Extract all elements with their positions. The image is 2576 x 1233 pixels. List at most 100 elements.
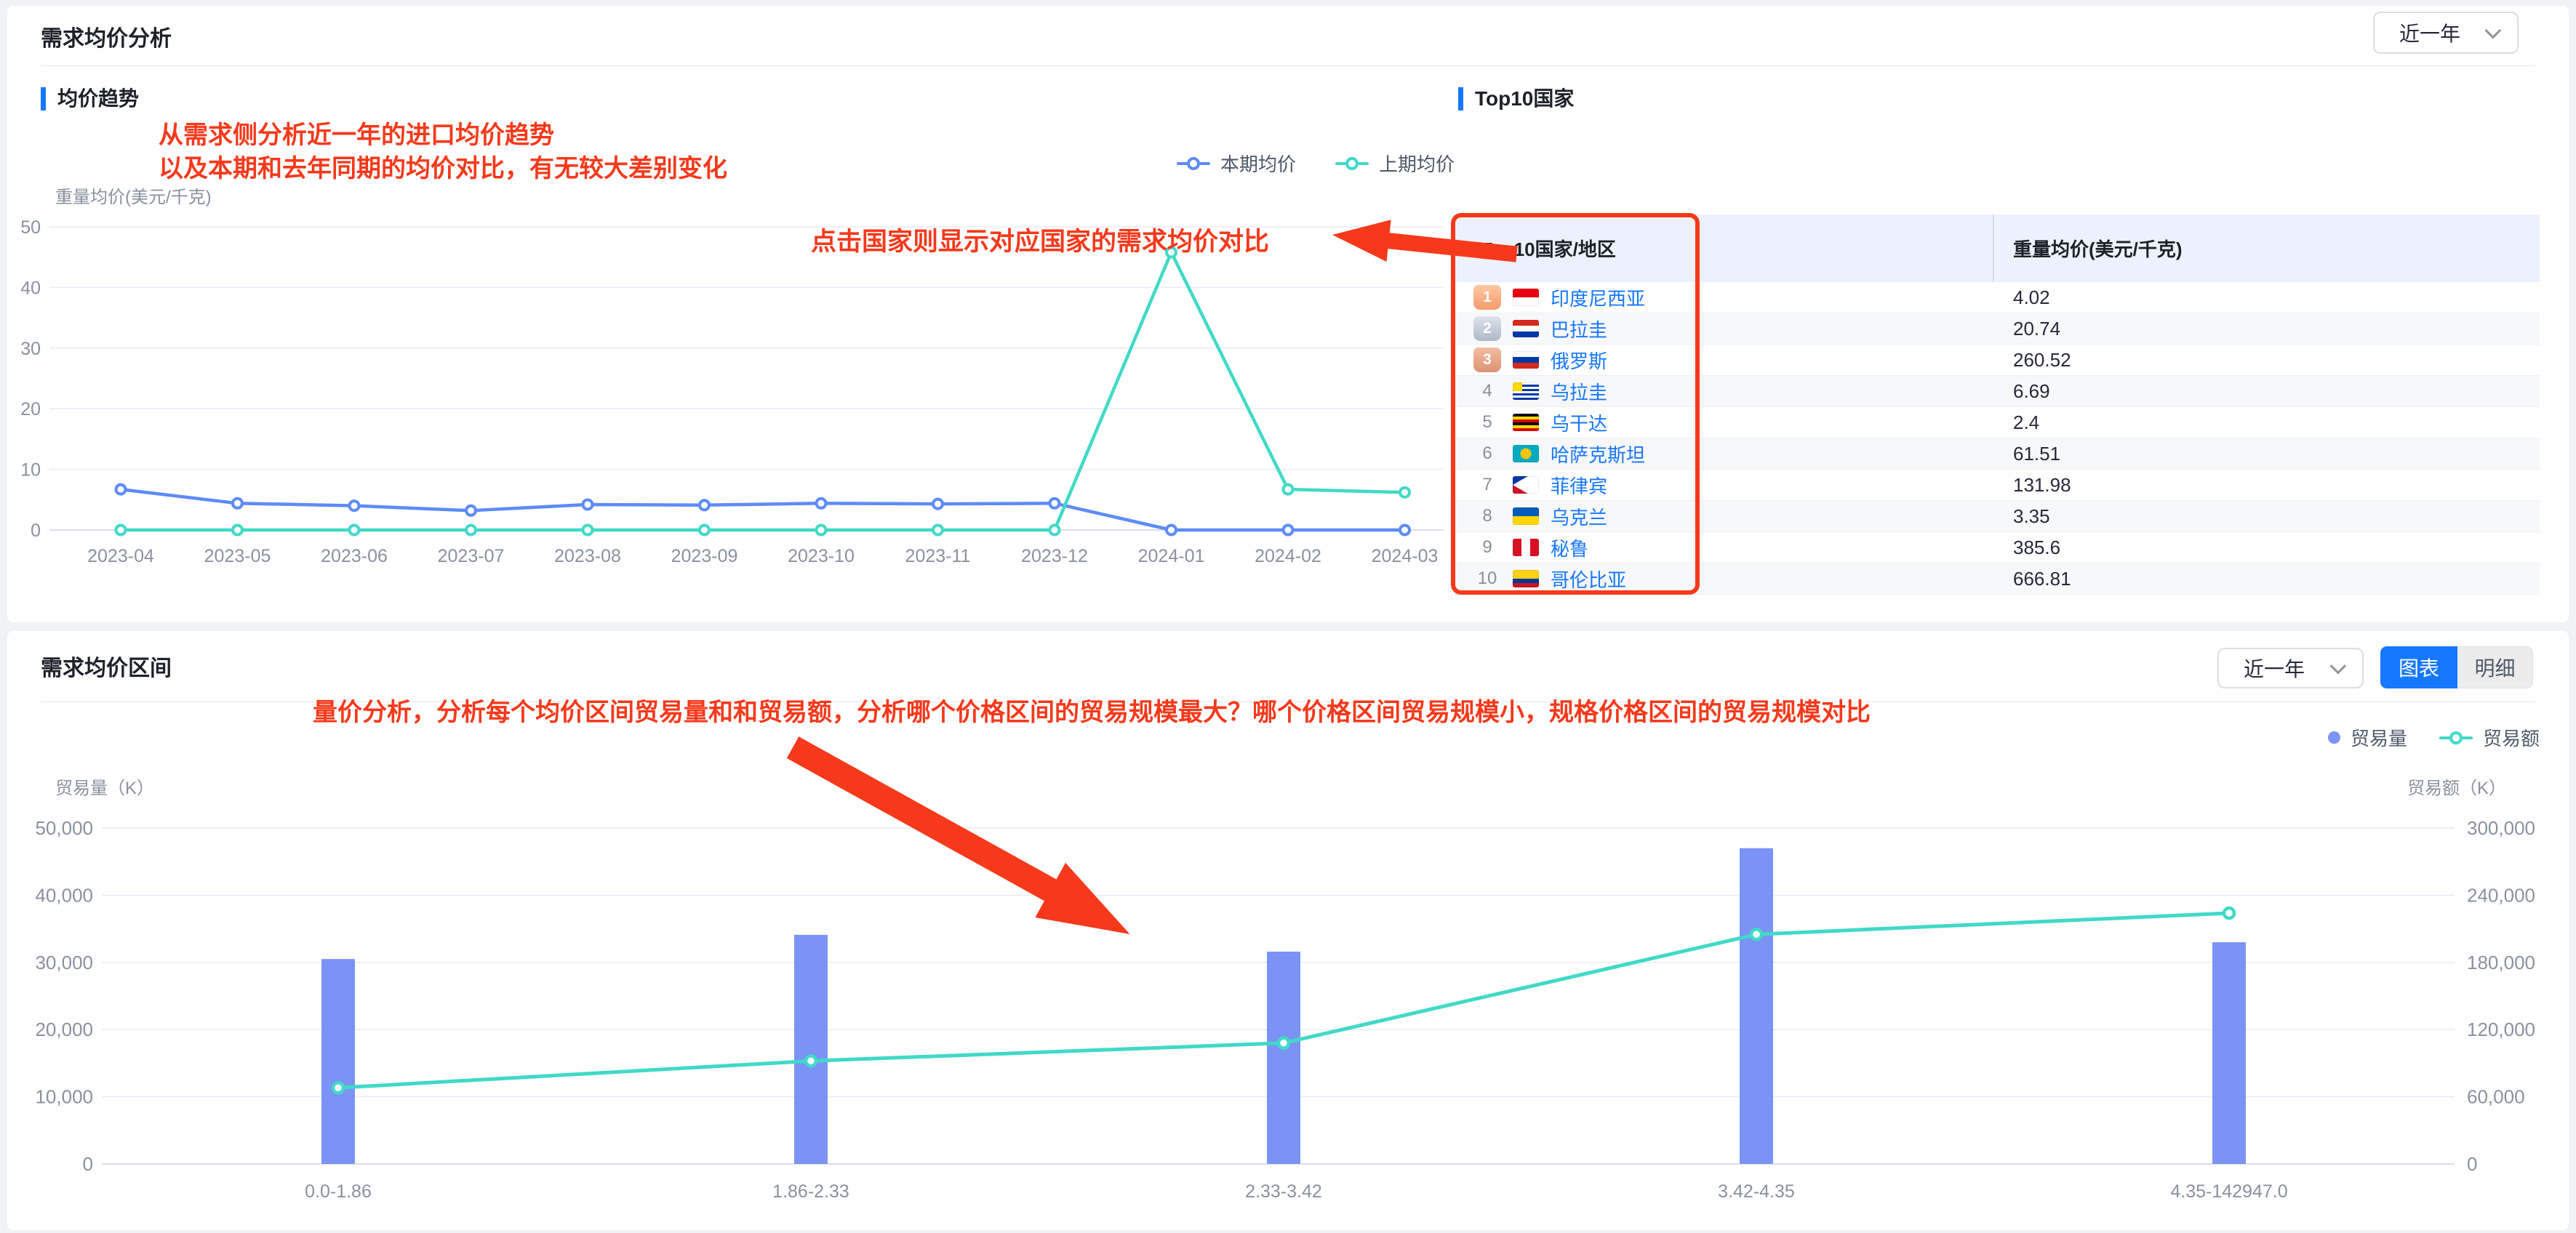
section-title-trend: 均价趋势 xyxy=(41,87,139,111)
time-range-select-value: 近一年 xyxy=(2399,23,2461,45)
svg-text:10,000: 10,000 xyxy=(35,1086,93,1108)
table-row: 5 乌干达 2.4 xyxy=(1455,407,2540,438)
svg-text:180,000: 180,000 xyxy=(2467,952,2535,973)
rank-medal-icon: 3 xyxy=(1473,348,1501,372)
rank-number: 10 xyxy=(1477,569,1497,588)
range-time-select[interactable]: 近一年 xyxy=(2217,648,2364,688)
svg-text:2023-10: 2023-10 xyxy=(788,546,855,566)
country-link[interactable]: 俄罗斯 xyxy=(1551,347,1607,374)
svg-text:2023-08: 2023-08 xyxy=(554,546,621,566)
time-range-select[interactable]: 近一年 xyxy=(2373,12,2519,54)
svg-text:40,000: 40,000 xyxy=(35,884,93,906)
country-cell: 10 哥伦比亚 xyxy=(1455,566,1994,593)
legend-label: 贸易量 xyxy=(2350,728,2407,750)
svg-text:2024-03: 2024-03 xyxy=(1372,546,1439,566)
rank-medal-icon: 2 xyxy=(1473,316,1501,341)
country-link[interactable]: 菲律宾 xyxy=(1551,472,1607,499)
column-header-avg-price: 重量均价(美元/千克) xyxy=(2013,238,2183,260)
annotation-trend-line1: 从需求侧分析近一年的进口均价趋势 xyxy=(159,121,554,149)
country-cell: 8 乌克兰 xyxy=(1455,503,1994,530)
svg-text:120,000: 120,000 xyxy=(2467,1019,2535,1040)
legend-item-trade-volume[interactable]: 贸易量 xyxy=(2327,724,2407,751)
rank-number: 8 xyxy=(1482,506,1492,526)
russia-flag-icon xyxy=(1513,351,1539,369)
avg-price-value: 666.81 xyxy=(2013,567,2071,590)
country-link[interactable]: 巴拉圭 xyxy=(1551,316,1607,342)
trend-line-chart[interactable]: 0 10 20 30 40 50 2023-04 2023-05 2023-06 2023-07 2… xyxy=(7,215,1462,566)
country-cell: 3 俄罗斯 xyxy=(1455,347,1994,374)
country-link[interactable]: 印度尼西亚 xyxy=(1551,284,1645,311)
avg-price-value: 385.6 xyxy=(2013,536,2061,558)
top10-table-body: 1 印度尼西亚 4.02 2 巴拉圭 20.74 3 俄罗斯 260.52 4 乌拉圭 6.69 5 乌干… xyxy=(1455,282,2540,595)
svg-text:2.33-3.42: 2.33-3.42 xyxy=(1245,1181,1322,1202)
svg-text:3.42-4.35: 3.42-4.35 xyxy=(1718,1181,1795,1202)
kazakhstan-flag-icon xyxy=(1513,445,1539,462)
table-row: 10 哥伦比亚 666.81 xyxy=(1455,563,2540,595)
country-link[interactable]: 秘鲁 xyxy=(1551,534,1588,561)
page-title: 需求均价分析 xyxy=(41,27,172,51)
table-row: 4 乌拉圭 6.69 xyxy=(1455,376,2540,407)
country-link[interactable]: 哥伦比亚 xyxy=(1551,566,1626,593)
svg-text:2024-01: 2024-01 xyxy=(1138,546,1205,566)
uruguay-flag-icon xyxy=(1513,382,1539,400)
ukraine-flag-icon xyxy=(1513,507,1539,525)
chart-view-button[interactable]: 图表 xyxy=(2380,646,2457,688)
annotation-click-country: 点击国家则显示对应国家的需求均价对比 xyxy=(811,228,1270,256)
svg-text:2023-09: 2023-09 xyxy=(671,546,738,566)
column-header-country: Top10国家/地区 xyxy=(1455,214,1994,282)
paraguay-flag-icon xyxy=(1513,320,1539,337)
table-row: 7 菲律宾 131.98 xyxy=(1455,470,2540,501)
country-cell: 9 秘鲁 xyxy=(1455,534,1994,561)
legend-item-current-period[interactable]: 本期均价 xyxy=(1176,150,1296,177)
avg-price-value: 260.52 xyxy=(2013,348,2071,371)
legend-label: 贸易额 xyxy=(2482,728,2540,750)
svg-text:0: 0 xyxy=(83,1153,93,1175)
country-link[interactable]: 乌拉圭 xyxy=(1551,378,1607,405)
avg-price-value: 3.35 xyxy=(2013,505,2050,527)
country-link[interactable]: 乌克兰 xyxy=(1551,503,1607,530)
table-row: 9 秘鲁 385.6 xyxy=(1455,532,2540,563)
svg-text:240,000: 240,000 xyxy=(2467,884,2535,906)
rank-number: 5 xyxy=(1482,412,1492,432)
svg-text:300,000: 300,000 xyxy=(2467,817,2535,839)
svg-text:10: 10 xyxy=(20,460,41,481)
avg-price-value: 2.4 xyxy=(2013,411,2040,433)
table-row: 6 哈萨克斯坦 61.51 xyxy=(1455,438,2540,470)
range-legend: 贸易量 贸易额 xyxy=(2255,724,2540,751)
svg-text:30,000: 30,000 xyxy=(35,952,93,973)
svg-text:1.86-2.33: 1.86-2.33 xyxy=(772,1181,849,1202)
svg-text:50: 50 xyxy=(20,217,41,238)
avg-price-value: 4.02 xyxy=(2013,286,2050,308)
annotation-trend-line2: 以及本期和去年同期的均价对比，有无较大差别变化 xyxy=(159,155,727,182)
demand-price-range-card: 需求均价区间 近一年 图表 明细 量价分析，分析每个均价区间贸易量和和贸易额，分… xyxy=(7,631,2569,1230)
svg-text:20: 20 xyxy=(20,399,41,419)
line-marker-icon xyxy=(2439,736,2473,739)
avg-price-value: 6.69 xyxy=(2013,379,2050,402)
table-row: 8 乌克兰 3.35 xyxy=(1455,501,2540,532)
legend-item-previous-period[interactable]: 上期均价 xyxy=(1335,150,1455,177)
svg-text:2023-04: 2023-04 xyxy=(87,546,154,566)
range-time-select-value: 近一年 xyxy=(2244,658,2305,680)
detail-view-button[interactable]: 明细 xyxy=(2457,646,2533,688)
table-row: 3 俄罗斯 260.52 xyxy=(1455,345,2540,376)
country-cell: 2 巴拉圭 xyxy=(1455,316,1994,342)
view-toggle: 图表 明细 xyxy=(2380,646,2533,688)
range-bar-line-chart[interactable]: 0 10,000 20,000 30,000 40,000 50,000 0 60,000 12… xyxy=(7,753,2569,1230)
svg-text:2023-12: 2023-12 xyxy=(1021,546,1088,566)
legend-item-trade-value[interactable]: 贸易额 xyxy=(2439,724,2540,751)
svg-text:40: 40 xyxy=(20,278,41,298)
country-link[interactable]: 哈萨克斯坦 xyxy=(1551,441,1645,467)
rank-number: 9 xyxy=(1482,537,1492,557)
table-row: 1 印度尼西亚 4.02 xyxy=(1455,282,2540,313)
chevron-down-icon xyxy=(2329,657,2347,675)
legend-label: 上期均价 xyxy=(1378,153,1455,175)
country-link[interactable]: 乌干达 xyxy=(1551,409,1607,436)
top10-table-header: Top10国家/地区 重量均价(美元/千克) xyxy=(1455,214,2540,282)
divider xyxy=(41,65,2535,66)
svg-text:2023-11: 2023-11 xyxy=(905,546,971,566)
rank-number: 6 xyxy=(1482,443,1492,463)
line-marker-icon xyxy=(1335,161,1369,165)
uganda-flag-icon xyxy=(1513,414,1539,431)
svg-text:2023-06: 2023-06 xyxy=(321,546,388,566)
svg-text:4.35-142947.0: 4.35-142947.0 xyxy=(2170,1181,2287,1202)
